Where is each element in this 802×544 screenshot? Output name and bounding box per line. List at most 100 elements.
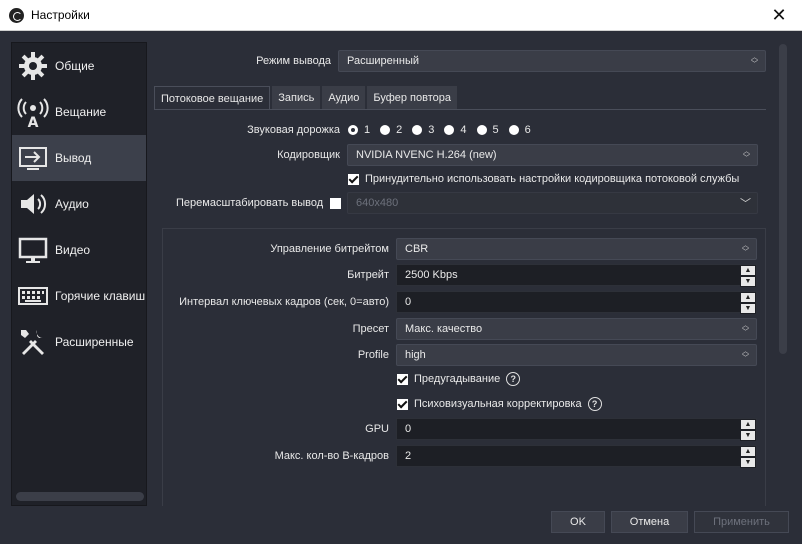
audio-track-radio-1[interactable]: 1 — [348, 124, 370, 136]
spin-buttons[interactable]: ▲ ▼ — [740, 446, 756, 468]
output-icon — [16, 141, 50, 175]
enforce-settings-checkbox[interactable]: Принудительно использовать настройки код… — [348, 173, 739, 185]
monitor-icon — [16, 233, 50, 267]
gpu-spinbox[interactable]: 0 ▲ ▼ — [396, 418, 757, 441]
sidebar-item-label: Горячие клавиш — [55, 289, 146, 303]
scrollbar-thumb[interactable] — [779, 44, 787, 354]
encoder-select[interactable]: NVIDIA NVENC H.264 (new) ︿ ﹀ — [347, 144, 758, 166]
broadcast-icon: A — [16, 95, 50, 129]
checkbox-box[interactable] — [330, 197, 342, 209]
sidebar-item-hotkeys[interactable]: Горячие клавиш — [12, 273, 146, 319]
tab-divider — [154, 109, 766, 110]
checkbox-box[interactable] — [397, 373, 408, 385]
sidebar-item-label: Вывод — [55, 151, 92, 165]
rate-control-select[interactable]: CBR ︿ ﹀ — [396, 238, 757, 260]
preset-select[interactable]: Макс. качество ︿ ﹀ — [396, 318, 757, 340]
radio-label: 6 — [524, 124, 531, 136]
keyboard-icon — [16, 279, 50, 313]
tab-streaming[interactable]: Потоковое вещание — [154, 86, 271, 110]
keyframe-interval-spinbox[interactable]: 0 ▲ ▼ — [396, 291, 757, 314]
spin-down-icon[interactable]: ▼ — [740, 457, 756, 468]
psychovisual-checkbox[interactable]: Психовизуальная корректировка ? — [397, 397, 602, 411]
encoder-label: Кодировщик — [277, 149, 340, 161]
sidebar-item-label: Вещание — [55, 105, 107, 119]
spin-down-icon[interactable]: ▼ — [740, 303, 756, 314]
updown-arrows-icon: ︿ ﹀ — [742, 348, 749, 362]
tools-icon — [16, 325, 50, 359]
sidebar-horizontal-scrollbar[interactable] — [16, 492, 144, 501]
audio-track-radio-5[interactable]: 5 — [476, 124, 499, 136]
rescale-output-checkbox[interactable]: Перемасштабировать вывод — [176, 197, 347, 209]
tab-recording[interactable]: Запись — [272, 86, 321, 110]
output-mode-value: Расширенный — [347, 55, 419, 67]
speaker-icon — [16, 187, 50, 221]
gpu-label: GPU — [365, 423, 389, 435]
profile-value: high — [405, 349, 426, 361]
radio-label: 2 — [396, 124, 403, 136]
spin-up-icon[interactable]: ▲ — [740, 292, 756, 303]
tab-audio[interactable]: Аудио — [322, 86, 366, 110]
rate-control-value: CBR — [405, 243, 429, 255]
spin-buttons[interactable]: ▲ ▼ — [740, 419, 756, 441]
chevron-down-icon: ﹀ — [740, 198, 751, 210]
sidebar-item-label: Расширенные — [55, 335, 134, 349]
bitrate-spinbox[interactable]: 2500 Kbps ▲ ▼ — [396, 264, 757, 287]
spin-buttons[interactable]: ▲ ▼ — [740, 265, 756, 287]
radio-label: 5 — [492, 124, 499, 136]
main-vertical-scrollbar[interactable] — [777, 42, 789, 506]
close-button[interactable]: ✕ — [756, 0, 802, 31]
sidebar-item-video[interactable]: Видео — [12, 227, 146, 273]
bitrate-label: Битрейт — [347, 269, 389, 281]
keyframe-interval-label: Интервал ключевых кадров (сек, 0=авто) — [179, 296, 389, 308]
sidebar-item-label: Общие — [55, 59, 95, 73]
svg-text:A: A — [28, 115, 39, 128]
bitrate-value: 2500 Kbps — [405, 269, 458, 281]
updown-arrows-icon: ︿ ﹀ — [742, 322, 749, 336]
audio-track-label: Звуковая дорожка — [247, 124, 340, 136]
spin-buttons[interactable]: ▲ ▼ — [740, 292, 756, 314]
sidebar-item-audio[interactable]: Аудио — [12, 181, 146, 227]
updown-arrows-icon: ︿ ﹀ — [751, 54, 758, 68]
radio-label: 1 — [364, 124, 371, 136]
output-settings-panel: Режим вывода Расширенный ︿ ﹀ Потоковое ве… — [150, 42, 775, 506]
spin-up-icon[interactable]: ▲ — [740, 265, 756, 276]
sidebar-item-advanced[interactable]: Расширенные — [12, 319, 146, 365]
audio-track-radio-group: 1 2 3 4 5 6 — [348, 124, 541, 136]
cancel-button[interactable]: Отмена — [611, 511, 688, 533]
updown-arrows-icon: ︿ ﹀ — [742, 242, 749, 256]
spin-up-icon[interactable]: ▲ — [740, 419, 756, 430]
audio-track-radio-4[interactable]: 4 — [444, 124, 467, 136]
help-icon[interactable]: ? — [506, 372, 521, 386]
profile-select[interactable]: high ︿ ﹀ — [396, 344, 757, 366]
checkbox-box[interactable] — [348, 173, 359, 185]
help-icon[interactable]: ? — [587, 397, 602, 411]
bframes-value: 2 — [405, 450, 412, 462]
rescale-resolution-select[interactable]: 640x480 ﹀ — [347, 192, 758, 214]
checkbox-box[interactable] — [397, 398, 408, 410]
output-tabs: Потоковое вещание Запись Аудио Буфер пов… — [154, 86, 459, 110]
gpu-value: 0 — [405, 423, 412, 435]
spin-down-icon[interactable]: ▼ — [740, 430, 756, 441]
sidebar-item-general[interactable]: Общие — [12, 43, 146, 89]
gear-icon — [16, 49, 50, 83]
sidebar-item-label: Видео — [55, 243, 91, 257]
apply-button[interactable]: Применить — [694, 511, 789, 533]
checkbox-label: Принудительно использовать настройки код… — [365, 173, 740, 185]
rate-control-label: Управление битрейтом — [270, 243, 389, 255]
updown-arrows-icon: ︿ ﹀ — [743, 148, 750, 162]
output-mode-select[interactable]: Расширенный ︿ ﹀ — [338, 50, 766, 72]
sidebar-item-label: Аудио — [55, 197, 89, 211]
tab-replay-buffer[interactable]: Буфер повтора — [367, 86, 457, 110]
ok-button[interactable]: OK — [551, 511, 605, 533]
title-bar: Настройки ✕ — [0, 0, 802, 31]
audio-track-radio-2[interactable]: 2 — [380, 124, 402, 136]
audio-track-radio-6[interactable]: 6 — [508, 124, 531, 136]
sidebar-item-stream[interactable]: A Вещание — [12, 89, 146, 135]
lookahead-checkbox[interactable]: Предугадывание ? — [397, 372, 521, 386]
checkbox-label: Психовизуальная корректировка — [414, 398, 582, 410]
bframes-spinbox[interactable]: 2 ▲ ▼ — [396, 445, 757, 468]
spin-down-icon[interactable]: ▼ — [740, 276, 756, 287]
sidebar-item-output[interactable]: Вывод — [12, 135, 146, 181]
spin-up-icon[interactable]: ▲ — [740, 446, 756, 457]
audio-track-radio-3[interactable]: 3 — [412, 124, 434, 136]
